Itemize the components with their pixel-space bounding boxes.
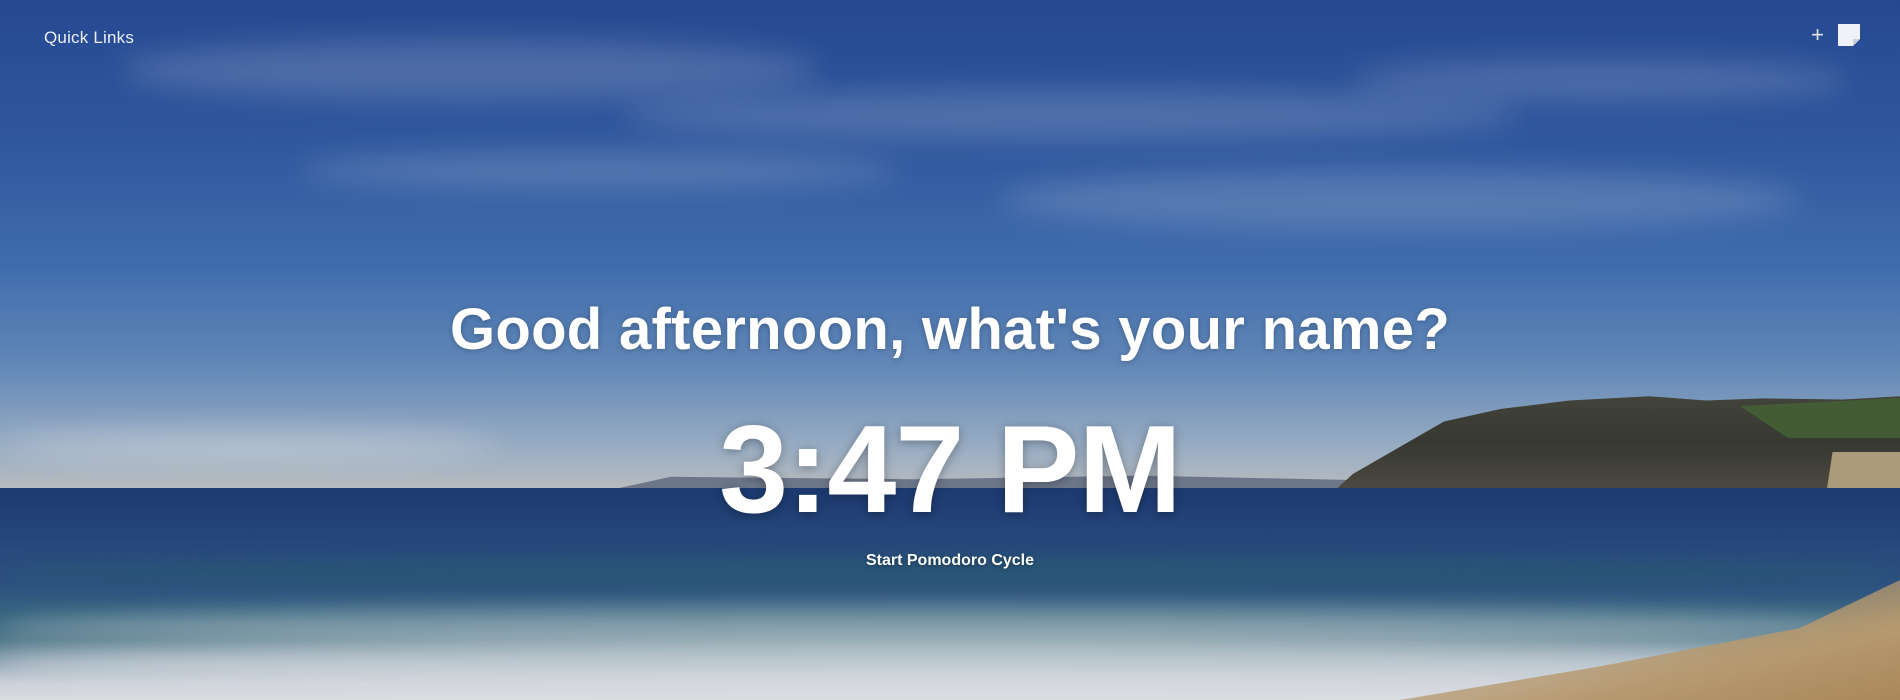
plus-icon[interactable]: + (1811, 24, 1824, 46)
greeting: Good afternoon, what's your name? (0, 296, 1900, 363)
pomodoro-container: Start Pomodoro Cycle (0, 552, 1900, 570)
top-right-controls: + (1811, 22, 1862, 48)
name-input[interactable]: name? (1262, 296, 1450, 363)
quick-links-link[interactable]: Quick Links (44, 28, 134, 48)
start-pomodoro-button[interactable]: Start Pomodoro Cycle (866, 552, 1034, 569)
greeting-text: Good afternoon, what's your (449, 297, 1246, 362)
sticky-note-icon[interactable] (1836, 22, 1862, 48)
clock-time: 3:47 PM (719, 401, 1182, 539)
new-tab-page: Quick Links + Good afternoon, what's you… (0, 0, 1900, 700)
